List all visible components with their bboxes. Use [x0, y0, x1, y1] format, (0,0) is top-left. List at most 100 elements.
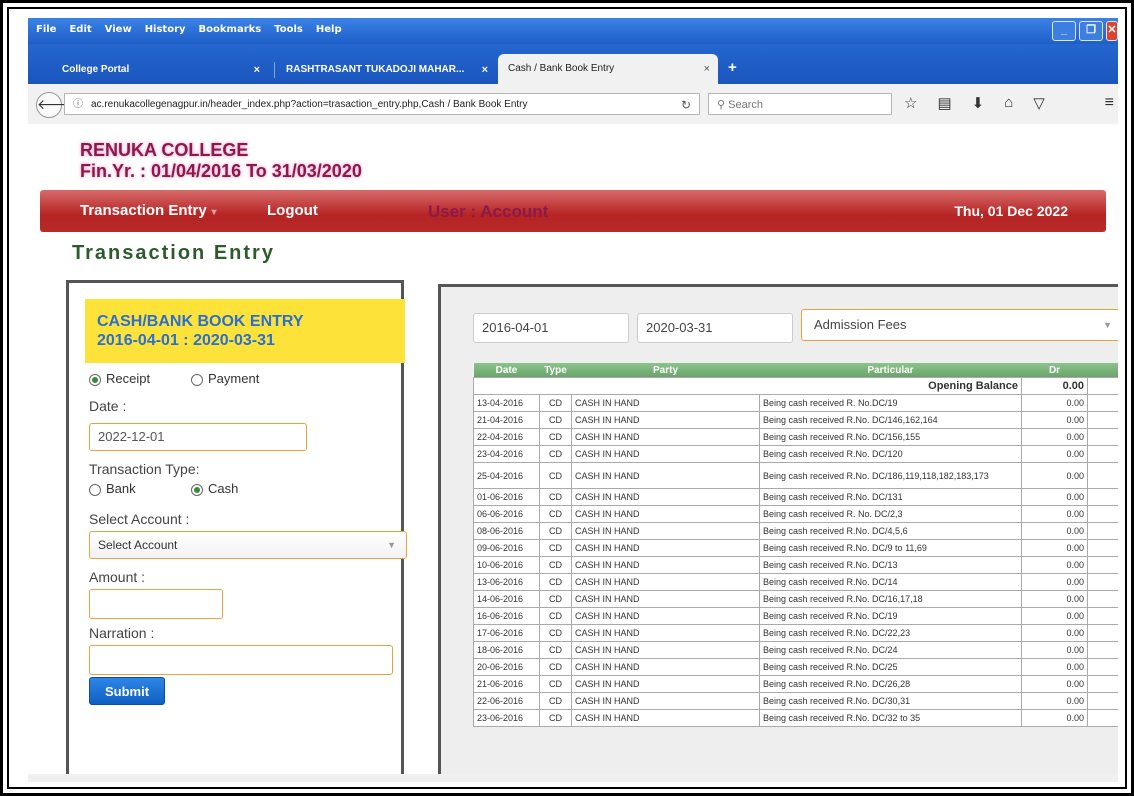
cell-particular: Being cash received R.No. DC/9 to 11,69	[759, 539, 1022, 557]
reload-icon[interactable]: ↻	[681, 94, 691, 116]
cell-date: 13-06-2016	[473, 573, 540, 591]
cell-empty	[1087, 428, 1118, 446]
bank-radio[interactable]: Bank	[89, 481, 136, 496]
cell-particular: Being cash received R.No. DC/26,28	[759, 675, 1022, 693]
payment-radio[interactable]: Payment	[191, 371, 259, 386]
cell-empty	[1087, 709, 1118, 727]
menu-tools[interactable]: Tools	[274, 24, 303, 35]
menu-bookmarks[interactable]: Bookmarks	[199, 24, 262, 35]
cell-date: 01-06-2016	[473, 488, 540, 506]
table-row[interactable]: 18-06-2016 CD CASH IN HAND Being cash recei…	[473, 641, 1118, 659]
from-date-field[interactable]: 2016-04-01	[473, 313, 629, 343]
cell-dr: 0.00	[1021, 590, 1088, 608]
table-row[interactable]: 22-04-2016 CD CASH IN HAND Being cash recei…	[473, 428, 1118, 446]
cell-party: CASH IN HAND	[571, 505, 760, 523]
bookmark-star-icon[interactable]: ☆	[904, 94, 917, 112]
minimize-icon[interactable]: _	[1052, 21, 1076, 41]
pocket-icon[interactable]: ▽	[1033, 94, 1045, 112]
cell-type: CD	[539, 607, 572, 625]
tab-rashtrasant[interactable]: RASHTRASANT TUKADOJI MAHAR... ×	[278, 56, 496, 84]
menu-history[interactable]: History	[145, 24, 186, 35]
menu-edit[interactable]: Edit	[69, 24, 91, 35]
table-row[interactable]: 01-06-2016 CD CASH IN HAND Being cash recei…	[473, 488, 1118, 506]
cell-dr: 0.00	[1021, 522, 1088, 540]
narration-field[interactable]	[89, 645, 393, 675]
tab-close-icon[interactable]: ×	[482, 56, 488, 84]
cell-dr: 0.00	[1021, 394, 1088, 412]
cell-type: CD	[539, 590, 572, 608]
cell-party: CASH IN HAND	[571, 709, 760, 727]
amount-field[interactable]	[89, 589, 223, 619]
tab-close-icon[interactable]: ×	[254, 56, 260, 84]
submit-button[interactable]: Submit	[89, 677, 165, 705]
menu-help[interactable]: Help	[316, 24, 342, 35]
download-icon[interactable]: ⬇	[972, 94, 985, 112]
cell-date: 22-06-2016	[473, 692, 540, 710]
cell-party: CASH IN HAND	[571, 488, 760, 506]
tab-close-icon[interactable]: ×	[704, 54, 710, 84]
table-row[interactable]: 23-06-2016 CD CASH IN HAND Being cash recei…	[473, 709, 1118, 727]
cell-party: CASH IN HAND	[571, 607, 760, 625]
receipt-label: Receipt	[106, 371, 151, 386]
address-bar[interactable]: ⓘ ac.renukacollegenagpur.in/header_index…	[64, 93, 700, 115]
menu-view[interactable]: View	[105, 24, 132, 35]
table-row[interactable]: 16-06-2016 CD CASH IN HAND Being cash recei…	[473, 607, 1118, 625]
account-select[interactable]: Select Account ▼	[89, 531, 407, 559]
tab-cash-bank[interactable]: Cash / Bank Book Entry ×	[498, 54, 718, 84]
cell-date: 10-06-2016	[473, 556, 540, 574]
table-row[interactable]: 17-06-2016 CD CASH IN HAND Being cash recei…	[473, 624, 1118, 642]
account-label: Select Account :	[89, 511, 190, 527]
back-arrow-icon[interactable]: 🡐	[36, 92, 75, 118]
cell-type: CD	[539, 394, 572, 412]
cell-empty	[1087, 675, 1118, 693]
cell-particular: Being cash received R. No. DC/2,3	[759, 505, 1022, 523]
cash-radio[interactable]: Cash	[191, 481, 238, 496]
cell-dr: 0.00	[1021, 675, 1088, 693]
search-input[interactable]: ⚲ Search	[708, 93, 892, 115]
receipt-radio[interactable]: Receipt	[89, 371, 150, 386]
table-row[interactable]: 23-04-2016 CD CASH IN HAND Being cash recei…	[473, 445, 1118, 463]
radio-unselected-icon	[89, 483, 101, 496]
tab-divider	[274, 62, 275, 78]
table-row[interactable]: 22-06-2016 CD CASH IN HAND Being cash recei…	[473, 692, 1118, 710]
table-row[interactable]: 10-06-2016 CD CASH IN HAND Being cash recei…	[473, 556, 1118, 574]
date-label: Date :	[89, 398, 127, 414]
radio-selected-icon	[191, 483, 203, 496]
table-row[interactable]: 06-06-2016 CD CASH IN HAND Being cash recei…	[473, 505, 1118, 523]
reading-list-icon[interactable]: ▤	[937, 94, 951, 112]
table-row[interactable]: 21-04-2016 CD CASH IN HAND Being cash recei…	[473, 411, 1118, 429]
table-row[interactable]: 09-06-2016 CD CASH IN HAND Being cash recei…	[473, 539, 1118, 557]
nav-transaction-entry[interactable]: Transaction Entry ▾	[80, 202, 217, 219]
info-icon[interactable]: ⓘ	[73, 94, 83, 116]
table-row[interactable]: 21-06-2016 CD CASH IN HAND Being cash recei…	[473, 675, 1118, 693]
tab-college-portal[interactable]: College Portal ×	[54, 56, 268, 84]
entry-form-panel: CASH/BANK BOOK ENTRY 2016-04-01 : 2020-0…	[66, 280, 407, 774]
close-window-icon[interactable]: ✕	[1106, 21, 1118, 41]
to-date-field[interactable]: 2020-03-31	[637, 313, 793, 343]
restore-icon[interactable]: ❐	[1079, 21, 1103, 41]
cell-dr: 0.00	[1021, 539, 1088, 557]
cell-type: CD	[539, 539, 572, 557]
date-field[interactable]: 2022-12-01	[89, 423, 307, 451]
col-extra	[1087, 363, 1118, 378]
new-tab-button[interactable]: +	[728, 59, 737, 76]
cell-type: CD	[539, 428, 572, 446]
table-row[interactable]: 25-04-2016 CD CASH IN HAND Being cash recei…	[473, 462, 1118, 489]
ledger-account-select[interactable]: Admission Fees ▼	[801, 309, 1118, 341]
menu-file[interactable]: File	[36, 24, 56, 35]
table-row[interactable]: 14-06-2016 CD CASH IN HAND Being cash recei…	[473, 590, 1118, 608]
nav-logout[interactable]: Logout	[267, 202, 318, 219]
search-icon: ⚲	[717, 99, 726, 111]
home-icon[interactable]: ⌂	[1004, 94, 1013, 112]
table-row[interactable]: 13-04-2016 CD CASH IN HAND Being cash recei…	[473, 394, 1118, 412]
cell-date: 16-06-2016	[473, 607, 540, 625]
cell-empty	[1087, 394, 1118, 412]
cell-dr: 0.00	[1021, 462, 1088, 489]
hamburger-menu-icon[interactable]: ≡	[1105, 94, 1114, 112]
table-row[interactable]: 20-06-2016 CD CASH IN HAND Being cash recei…	[473, 658, 1118, 676]
table-header-row: Date Type Party Particular Dr	[473, 363, 1118, 378]
table-row[interactable]: 08-06-2016 CD CASH IN HAND Being cash recei…	[473, 522, 1118, 540]
cell-dr: 0.00	[1021, 624, 1088, 642]
table-row[interactable]: 13-06-2016 CD CASH IN HAND Being cash recei…	[473, 573, 1118, 591]
from-date-value: 2016-04-01	[482, 320, 549, 335]
